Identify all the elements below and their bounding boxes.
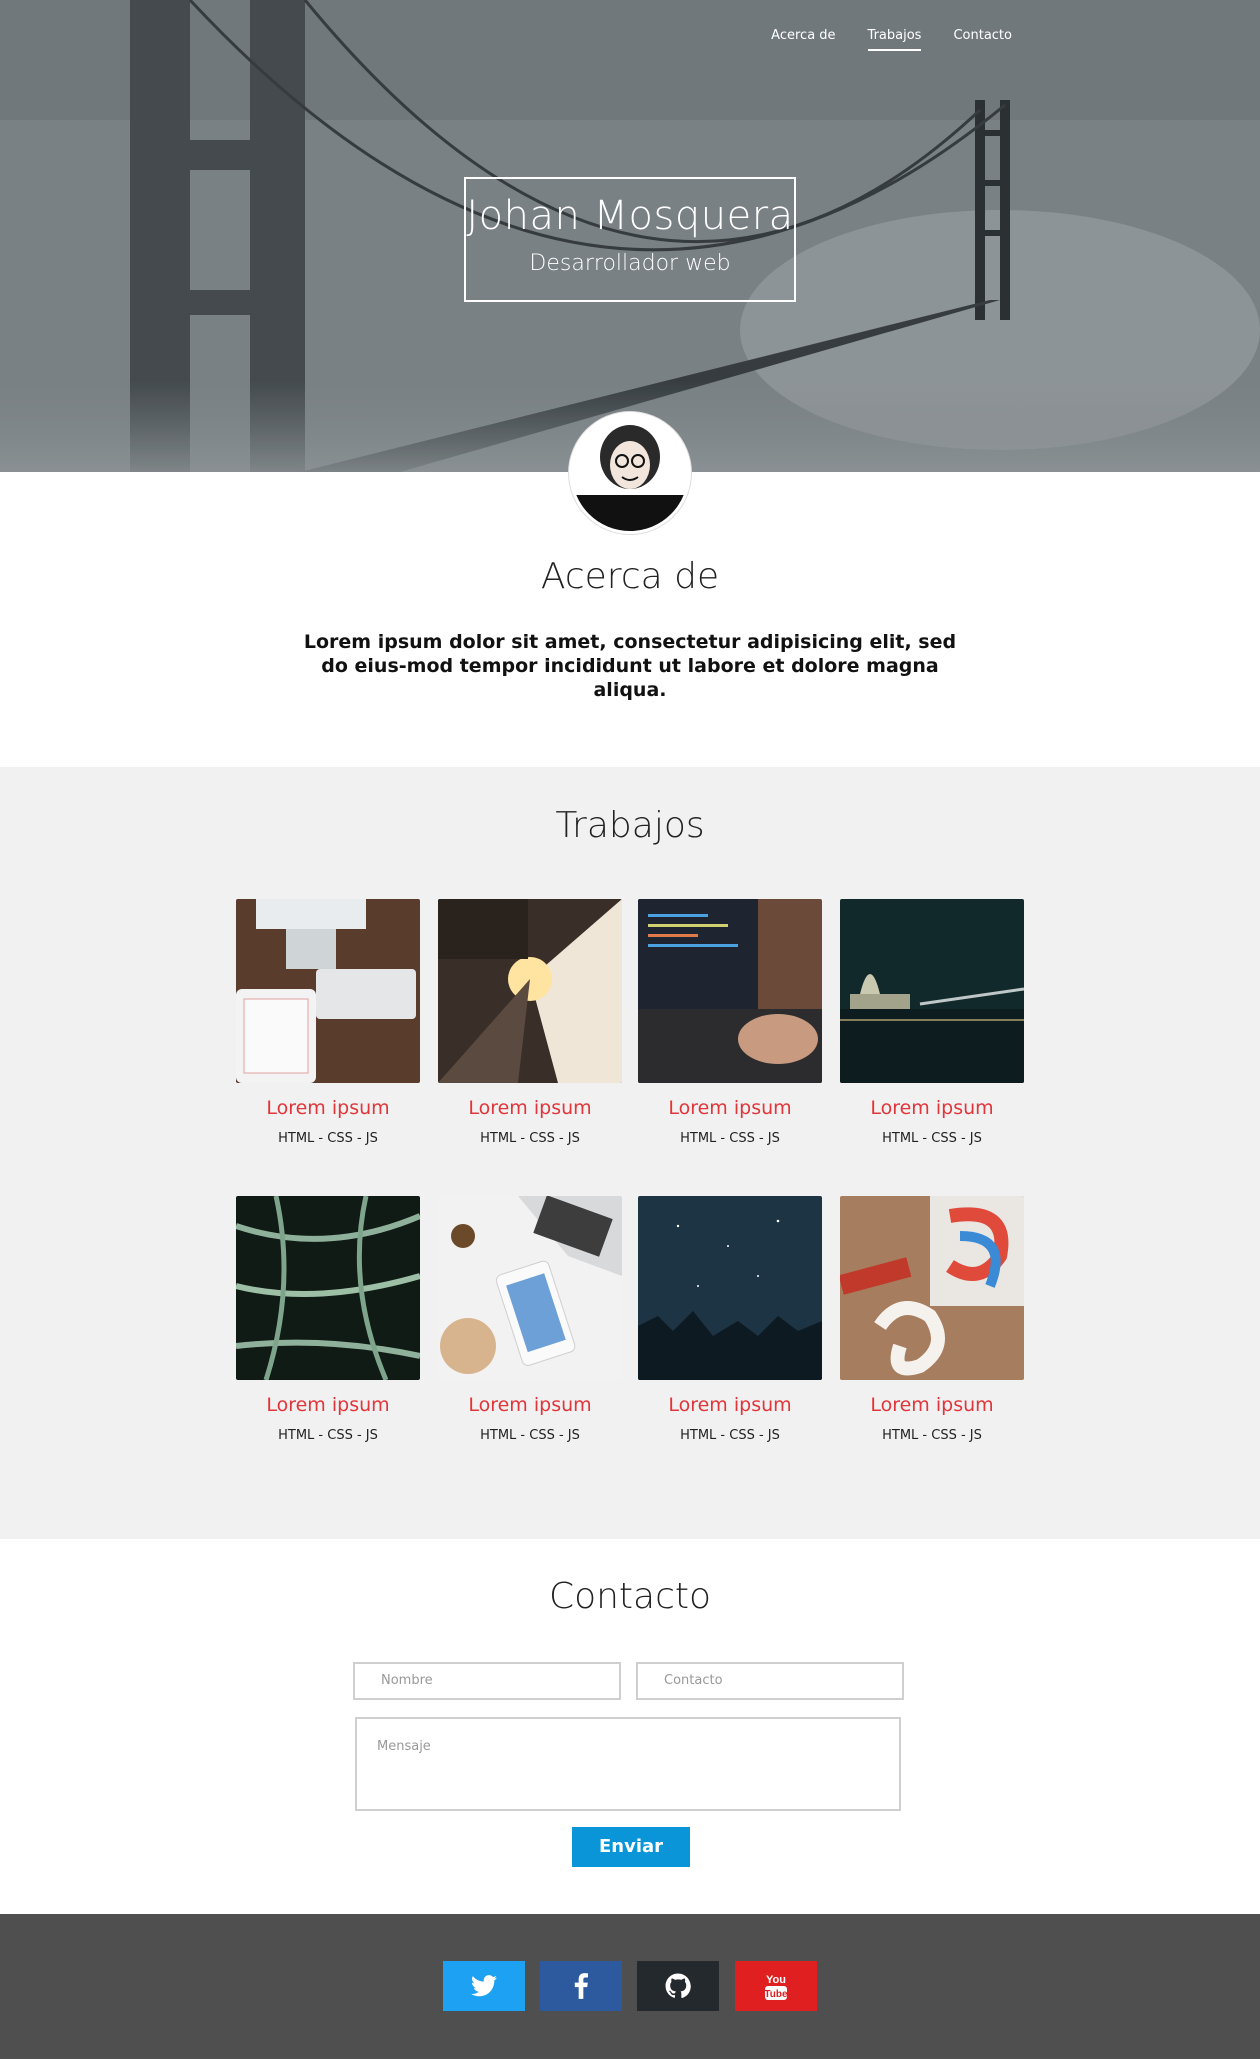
work-tags: HTML - CSS - JS [480, 1428, 580, 1443]
facebook-icon [574, 1973, 588, 1999]
work-tags: HTML - CSS - JS [278, 1428, 378, 1443]
work-title[interactable]: Lorem ipsum [840, 1097, 1024, 1119]
work-title[interactable]: Lorem ipsum [438, 1394, 622, 1416]
work-title[interactable]: Lorem ipsum [638, 1394, 822, 1416]
youtube-icon: You Tube [764, 1974, 788, 2000]
twitter-button[interactable] [443, 1961, 525, 2011]
nav-item-acerca-de[interactable]: Acerca de [771, 28, 835, 51]
hero-name: Johan Mosquera [466, 193, 794, 239]
work-card[interactable]: Lorem ipsum HTML - CSS - JS [638, 899, 822, 1146]
works-section: Trabajos Lorem ipsum HTML - CSS - JS Lor… [0, 767, 1260, 1539]
work-title[interactable]: Lorem ipsum [840, 1394, 1024, 1416]
name-input[interactable]: Nombre [353, 1662, 621, 1700]
fern-leaves-image[interactable] [236, 1196, 420, 1380]
avatar [569, 412, 691, 534]
work-tags: HTML - CSS - JS [480, 1131, 580, 1146]
contact-title: Contacto [548, 1576, 712, 1617]
work-card[interactable]: Lorem ipsum HTML - CSS - JS [840, 899, 1024, 1146]
work-card[interactable]: Lorem ipsum HTML - CSS - JS [638, 1196, 822, 1443]
top-nav: Acerca de Trabajos Contacto [771, 28, 1012, 51]
hero-title-box: Johan Mosquera Desarrollador web [464, 177, 796, 302]
works-title: Trabajos [555, 805, 705, 846]
about-text: Lorem ipsum dolor sit amet, consectetur … [303, 631, 957, 701]
work-title[interactable]: Lorem ipsum [236, 1097, 420, 1119]
night-sky-trees-image[interactable] [638, 1196, 822, 1380]
svg-text:You: You [766, 1974, 786, 1986]
work-tags: HTML - CSS - JS [680, 1131, 780, 1146]
svg-text:Tube: Tube [764, 1989, 788, 2000]
work-title[interactable]: Lorem ipsum [438, 1097, 622, 1119]
footer: You Tube [0, 1914, 1260, 2059]
work-card[interactable]: Lorem ipsum HTML - CSS - JS [840, 1196, 1024, 1443]
work-card[interactable]: Lorem ipsum HTML - CSS - JS [438, 899, 622, 1146]
work-card[interactable]: Lorem ipsum HTML - CSS - JS [236, 899, 420, 1146]
work-tags: HTML - CSS - JS [882, 1428, 982, 1443]
youtube-button[interactable]: You Tube [735, 1961, 817, 2011]
train-station-sunset-image[interactable] [438, 899, 622, 1083]
phone-laptop-coffee-image[interactable] [438, 1196, 622, 1380]
message-textarea[interactable]: Mensaje [355, 1717, 901, 1811]
work-title[interactable]: Lorem ipsum [236, 1394, 420, 1416]
contact-input[interactable]: Contacto [636, 1662, 904, 1700]
work-tags: HTML - CSS - JS [680, 1428, 780, 1443]
facebook-button[interactable] [540, 1961, 622, 2011]
work-card[interactable]: Lorem ipsum HTML - CSS - JS [236, 1196, 420, 1443]
work-title[interactable]: Lorem ipsum [638, 1097, 822, 1119]
github-button[interactable] [637, 1961, 719, 2011]
work-card[interactable]: Lorem ipsum HTML - CSS - JS [438, 1196, 622, 1443]
ampersand-design-image[interactable] [840, 1196, 1024, 1380]
work-tags: HTML - CSS - JS [278, 1131, 378, 1146]
work-tags: HTML - CSS - JS [882, 1131, 982, 1146]
hero-banner: Acerca de Trabajos Contacto Johan Mosque… [0, 0, 1260, 472]
laptop-code-image[interactable] [638, 899, 822, 1083]
send-button[interactable]: Enviar [572, 1827, 690, 1867]
city-night-bridge-image[interactable] [840, 899, 1024, 1083]
twitter-icon [471, 1975, 497, 1997]
avatar-cartoon-image [572, 415, 688, 531]
hero-role: Desarrollador web [529, 251, 731, 276]
github-icon [665, 1973, 691, 1999]
desk-tablet-keyboard-image[interactable] [236, 899, 420, 1083]
nav-item-contacto[interactable]: Contacto [953, 28, 1012, 51]
nav-item-trabajos[interactable]: Trabajos [867, 28, 922, 51]
about-title: Acerca de [540, 556, 720, 597]
